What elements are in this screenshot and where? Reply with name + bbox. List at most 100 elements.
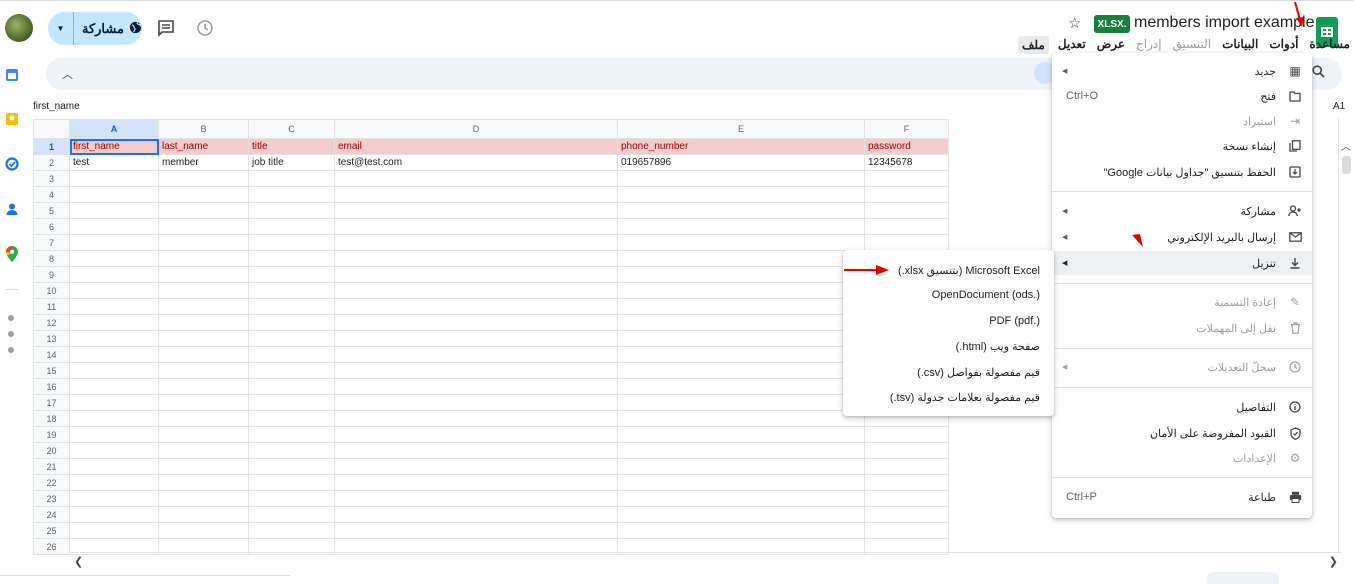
- cell[interactable]: member: [158, 154, 249, 171]
- calendar-icon[interactable]: [4, 67, 19, 82]
- cell[interactable]: [334, 458, 618, 475]
- column-header[interactable]: D: [334, 119, 618, 139]
- menu-view[interactable]: عرض: [1095, 36, 1127, 54]
- download-xlsx[interactable]: Microsoft Excel (بتنسيق xlsx.): [898, 264, 1040, 277]
- cell[interactable]: title: [248, 138, 335, 155]
- cell[interactable]: [158, 346, 249, 363]
- cell[interactable]: [617, 442, 865, 459]
- cell[interactable]: [334, 330, 618, 347]
- cell[interactable]: [158, 314, 249, 331]
- cell[interactable]: [158, 250, 249, 267]
- download-csv[interactable]: قيم مفصولة بفواصل (csv.): [917, 366, 1040, 379]
- cell[interactable]: email: [334, 138, 618, 155]
- download-html[interactable]: صفحة ويب (html.): [956, 340, 1040, 353]
- menu-tools[interactable]: أدوات: [1267, 36, 1300, 54]
- cell[interactable]: [248, 186, 335, 203]
- menu-item-security-limits[interactable]: القيود المفروضة على الأمان: [1052, 421, 1312, 445]
- download-tsv[interactable]: قيم مفصولة بعلامات جدولة (tsv.): [890, 391, 1040, 404]
- cell[interactable]: [617, 426, 865, 443]
- cell[interactable]: [334, 202, 618, 219]
- row-header[interactable]: 14: [33, 346, 70, 363]
- menu-item-print[interactable]: طباعة Ctrl+P: [1052, 485, 1312, 509]
- history-icon[interactable]: [195, 18, 215, 38]
- download-ods[interactable]: OpenDocument (ods.): [932, 289, 1040, 301]
- menu-item-email[interactable]: إرسال بالبريد الإلكتروني ◀: [1052, 225, 1312, 249]
- keep-icon[interactable]: [4, 111, 19, 126]
- cell[interactable]: [69, 426, 159, 443]
- scroll-right-icon[interactable]: ❯: [1329, 555, 1338, 568]
- grid-corner[interactable]: [33, 119, 70, 139]
- column-header[interactable]: A: [69, 119, 159, 139]
- row-header[interactable]: 10: [33, 282, 70, 299]
- cell[interactable]: [158, 330, 249, 347]
- menu-item-settings[interactable]: ⚙ الإعدادات: [1052, 446, 1312, 470]
- cell[interactable]: [69, 330, 159, 347]
- cell[interactable]: [617, 266, 865, 283]
- cell[interactable]: [617, 234, 865, 251]
- cell[interactable]: [158, 426, 249, 443]
- cell[interactable]: [248, 314, 335, 331]
- menu-item-share[interactable]: مشاركة ◀: [1052, 199, 1312, 223]
- cell[interactable]: [158, 378, 249, 395]
- row-header[interactable]: 11: [33, 298, 70, 315]
- cell[interactable]: [248, 234, 335, 251]
- explore-button[interactable]: [1207, 572, 1279, 584]
- cell[interactable]: [864, 474, 949, 491]
- cell[interactable]: [69, 218, 159, 235]
- cell[interactable]: [69, 346, 159, 363]
- cell[interactable]: [864, 522, 949, 539]
- cell[interactable]: [334, 314, 618, 331]
- cell[interactable]: [334, 298, 618, 315]
- row-header[interactable]: 1: [33, 138, 70, 155]
- cell[interactable]: [617, 218, 865, 235]
- cell[interactable]: [69, 234, 159, 251]
- menu-item-save-as-sheets[interactable]: الحفظ بتنسيق "جداول بيانات Google": [1052, 160, 1312, 184]
- maps-icon[interactable]: [4, 245, 19, 262]
- cell[interactable]: [617, 362, 865, 379]
- cell[interactable]: [248, 506, 335, 523]
- cell[interactable]: [334, 346, 618, 363]
- menu-item-download[interactable]: تنزيل ◀: [1052, 251, 1312, 275]
- cell[interactable]: [617, 298, 865, 315]
- menu-edit[interactable]: تعديل: [1056, 36, 1088, 54]
- menu-item-move-to-trash[interactable]: نقل إلى المهملات: [1052, 316, 1312, 340]
- cell[interactable]: [69, 506, 159, 523]
- cell[interactable]: [334, 266, 618, 283]
- tasks-icon[interactable]: [4, 156, 19, 171]
- cell[interactable]: [158, 490, 249, 507]
- horizontal-scrollbar[interactable]: ❮ ❯: [70, 552, 1342, 571]
- cell[interactable]: [617, 314, 865, 331]
- cell[interactable]: [334, 410, 618, 427]
- cell[interactable]: [69, 170, 159, 187]
- cell[interactable]: [864, 234, 949, 251]
- cell[interactable]: [69, 522, 159, 539]
- vertical-scrollbar[interactable]: ︿: [1338, 118, 1354, 552]
- row-header[interactable]: 16: [33, 378, 70, 395]
- cell[interactable]: [69, 394, 159, 411]
- cell[interactable]: [158, 282, 249, 299]
- cell[interactable]: [617, 410, 865, 427]
- cell[interactable]: [617, 202, 865, 219]
- cell[interactable]: [248, 170, 335, 187]
- row-header[interactable]: 3: [33, 170, 70, 187]
- row-header[interactable]: 23: [33, 490, 70, 507]
- cell[interactable]: [334, 490, 618, 507]
- cell[interactable]: [69, 282, 159, 299]
- row-header[interactable]: 7: [33, 234, 70, 251]
- cell[interactable]: [158, 410, 249, 427]
- cell[interactable]: [158, 442, 249, 459]
- cell[interactable]: 12345678: [864, 154, 949, 171]
- menu-item-new[interactable]: ▦ جديد ◀: [1052, 59, 1312, 83]
- menu-data[interactable]: البيانات: [1220, 36, 1260, 54]
- cell[interactable]: [69, 298, 159, 315]
- cell[interactable]: phone_number: [617, 138, 865, 155]
- spreadsheet-grid[interactable]: A B C D E F 1 first_name last_name title…: [33, 119, 949, 555]
- cell[interactable]: [248, 410, 335, 427]
- cell[interactable]: [248, 426, 335, 443]
- row-header[interactable]: 25: [33, 522, 70, 539]
- cell[interactable]: [158, 298, 249, 315]
- column-header[interactable]: E: [617, 119, 865, 139]
- cell[interactable]: test: [69, 154, 159, 171]
- document-title[interactable]: members import example: [1134, 14, 1315, 32]
- cell[interactable]: [864, 506, 949, 523]
